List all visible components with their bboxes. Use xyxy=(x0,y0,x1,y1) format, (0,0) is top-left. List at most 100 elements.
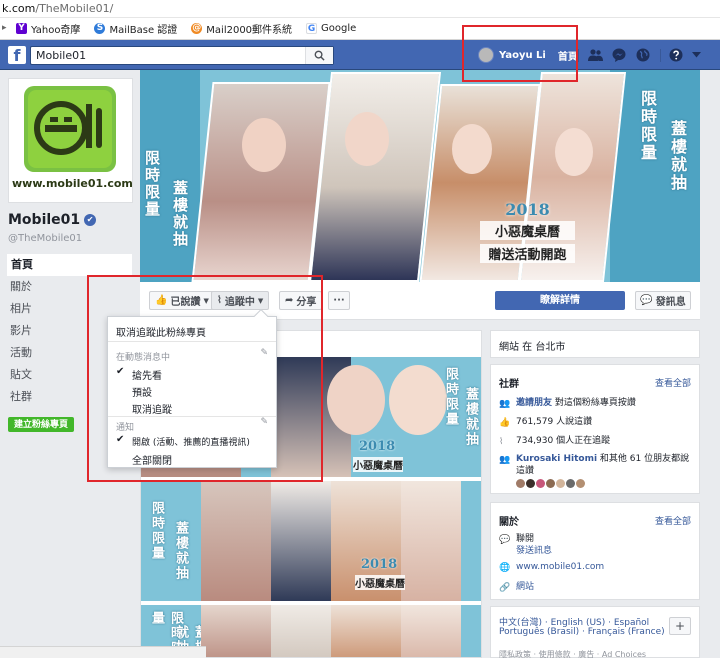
horizontal-scrollbar[interactable] xyxy=(0,646,206,658)
unfollow-option[interactable]: 取消追蹤 xyxy=(132,401,172,416)
in-feed-header: 在動態消息中 xyxy=(116,353,171,363)
search-button[interactable] xyxy=(305,47,333,64)
avatar[interactable] xyxy=(566,479,575,488)
bookmark-label: Mail2000郵件系統 xyxy=(206,25,293,36)
help-icon[interactable] xyxy=(668,47,684,63)
language-line-2[interactable]: Português (Brasil) · Français (France) xyxy=(499,627,665,637)
add-language-button[interactable]: + xyxy=(669,617,691,635)
unfollow-page-option[interactable]: 取消追蹤此粉絲專頁 xyxy=(116,324,206,339)
default-option[interactable]: 預設 xyxy=(132,384,152,399)
location-card: 網站 在 台北市 xyxy=(490,330,700,358)
friend-requests-icon[interactable] xyxy=(587,47,603,63)
community-card: 社群 查看全部 👥 邀請朋友 對這個粉絲專頁按讚 👍 761,579 人說這讚 … xyxy=(490,364,700,494)
category-link[interactable]: 網站 xyxy=(516,581,534,593)
mailbase-icon: S xyxy=(94,23,106,34)
mobile01-logo: www.mobile01.com xyxy=(12,82,133,199)
page-name-text: Mobile01 xyxy=(8,212,81,228)
cover-badge: 2018 小惡魔桌曆 贈送活動開跑 xyxy=(480,200,575,275)
invite-friends-link[interactable]: 邀請朋友 xyxy=(516,398,552,408)
website-row: 🌐 www.mobile01.com xyxy=(499,561,695,573)
message-button[interactable]: 💬 發訊息 xyxy=(635,291,691,310)
facebook-logo-icon[interactable]: f xyxy=(8,46,26,64)
cover-face xyxy=(345,112,389,166)
message-row: 💬 聯開發送訊息 xyxy=(499,533,695,557)
cover-badge-line1: 小惡魔桌曆 xyxy=(480,221,575,240)
divider xyxy=(108,341,276,342)
notifications-header: 通知 xyxy=(116,423,135,433)
google-icon: G xyxy=(306,23,318,34)
bookmark-google[interactable]: G Google xyxy=(306,23,356,34)
friend-avatars xyxy=(516,478,586,491)
chevron-right-icon[interactable]: ▸ xyxy=(2,23,14,34)
cover-photo[interactable]: 限時限量 蓋樓就抽 限時限量 蓋樓就抽 2018 小惡魔桌曆 贈送活動開跑 xyxy=(140,70,700,282)
notifications-off-option[interactable]: 全部關閉 xyxy=(132,452,172,467)
follows-row: ⌇ 734,930 個人正在追蹤 xyxy=(499,435,695,447)
avatar[interactable] xyxy=(556,479,565,488)
tag-icon: 🔗 xyxy=(499,583,511,593)
bookmark-yahoo[interactable]: Y Yahoo奇摩 xyxy=(16,21,80,36)
bookmark-label: Google xyxy=(321,23,357,34)
notifications-on-option[interactable]: 開啟 (活動、推薦的直播視訊) xyxy=(132,435,250,448)
invite-friends-row: 👥 邀請朋友 對這個粉絲專頁按讚 xyxy=(499,397,695,409)
address-bar[interactable]: k.com/TheMobile01/ xyxy=(0,0,720,18)
globe-icon: 🌐 xyxy=(499,563,511,573)
post-caption: 小惡魔桌曆 xyxy=(353,457,403,472)
avatar[interactable] xyxy=(516,479,525,488)
about-card: 關於 查看全部 💬 聯開 發送訊息 🌐 www.mobile01.com 🔗 網站 xyxy=(490,502,700,600)
divider xyxy=(660,49,661,62)
friend-name-link[interactable]: Kurosaki Hitomi xyxy=(516,454,597,464)
edit-pencil-icon[interactable]: ✎ xyxy=(260,348,268,358)
account-menu-chevron-icon[interactable] xyxy=(688,47,704,63)
post-image[interactable]: 限時限量 蓋樓就抽 2018 小惡魔桌曆 xyxy=(141,481,481,601)
annotation-box-user xyxy=(462,25,578,82)
see-first-option[interactable]: 搶先看 xyxy=(132,367,162,382)
avatar[interactable] xyxy=(536,479,545,488)
cover-photo-model-2 xyxy=(308,72,442,282)
edit-pencil-icon[interactable]: ✎ xyxy=(260,417,268,427)
more-button[interactable]: ··· xyxy=(328,291,350,310)
cover-face xyxy=(555,128,593,176)
globe-notifications-icon[interactable] xyxy=(635,47,651,63)
learn-more-button[interactable]: 瞭解詳情 xyxy=(495,291,625,310)
send-message-link[interactable]: 發送訊息 xyxy=(516,546,552,556)
footer-links[interactable]: 隱私政策 · 使用條款 · 廣告 · Ad Choices xyxy=(499,649,646,658)
website-link[interactable]: www.mobile01.com xyxy=(516,561,604,573)
cover-face xyxy=(242,118,286,172)
cover-text: 蓋樓就抽 xyxy=(171,180,189,248)
bookmark-mailbase[interactable]: S MailBase 認證 xyxy=(94,21,177,36)
likes-count-text: 761,579 人說這讚 xyxy=(516,417,593,427)
post-text: 蓋樓就抽 xyxy=(173,521,188,581)
messenger-icon[interactable] xyxy=(611,47,627,63)
search-box xyxy=(30,46,334,65)
cover-photo-model-1 xyxy=(191,82,331,282)
verified-badge-icon: ✔ xyxy=(84,214,97,226)
post-year: 2018 xyxy=(361,557,398,572)
facebook-top-bar: f Yaoyu Li 首頁 xyxy=(0,40,720,70)
avatar[interactable] xyxy=(526,479,535,488)
likes-row: 👍 761,579 人說這讚 xyxy=(499,416,695,428)
page-handle[interactable]: @TheMobile01 xyxy=(8,233,82,244)
page-title[interactable]: Mobile01 ✔ xyxy=(8,212,97,228)
create-page-button[interactable]: 建立粉絲專頁 xyxy=(8,417,74,432)
messenger-icon: 💬 xyxy=(640,295,653,306)
nav-item-home[interactable]: 首頁 xyxy=(6,254,132,276)
avatar[interactable] xyxy=(546,479,555,488)
search-input[interactable] xyxy=(31,47,301,64)
bookmarks-bar: ▸ Y Yahoo奇摩 S MailBase 認證 @ Mail2000郵件系統… xyxy=(0,18,720,40)
cover-text: 限時限量 xyxy=(638,90,657,162)
cover-face xyxy=(452,124,492,174)
cover-badge-line2: 贈送活動開跑 xyxy=(480,244,575,263)
bookmark-mail2000[interactable]: @ Mail2000郵件系統 xyxy=(191,21,292,36)
about-see-all-link[interactable]: 查看全部 xyxy=(655,514,691,527)
rss-icon: ⌇ xyxy=(499,437,504,447)
page-profile-picture[interactable]: www.mobile01.com xyxy=(8,78,133,203)
message-label: 發訊息 xyxy=(655,297,686,308)
cover-badge-year: 2018 xyxy=(505,200,550,219)
avatar[interactable] xyxy=(576,479,585,488)
invite-friends-icon: 👥 xyxy=(499,399,511,409)
friends-like-row: 👥 Kurosaki Hitomi 和其他 61 位朋友都說這讚 xyxy=(499,453,695,477)
typical-reply-text: 聯開 xyxy=(516,534,535,544)
mail2000-icon: @ xyxy=(191,23,203,34)
community-see-all-link[interactable]: 查看全部 xyxy=(655,376,691,389)
messenger-icon: 💬 xyxy=(499,535,511,545)
